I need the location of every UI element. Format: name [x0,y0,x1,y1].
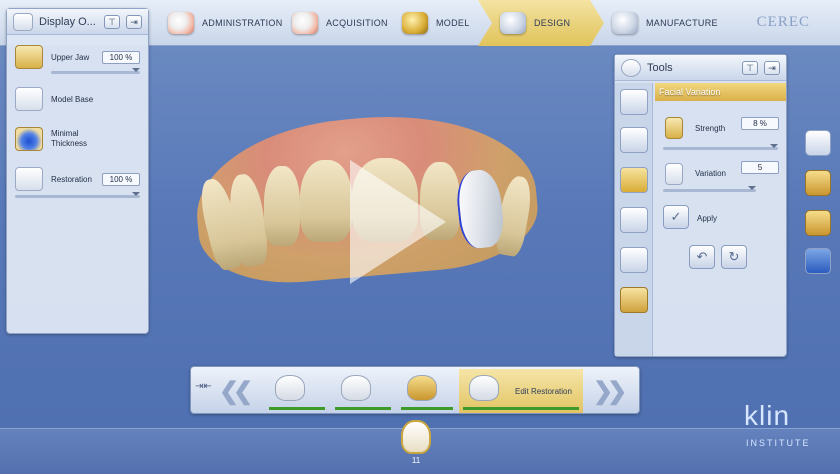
tooth-icon [275,375,305,401]
step-manufacture-label: MANUFACTURE [646,18,718,28]
step-design[interactable]: DESIGN [478,0,604,46]
display-options-panel: Display O... ⊤ ⇥ Upper Jaw 100 % Model B… [6,8,149,334]
collapse-icon[interactable]: ⇥⇤ [195,381,212,392]
pin-icon[interactable]: ⊤ [104,14,120,29]
strength-icon [665,117,683,139]
form-tool-icon[interactable] [620,167,648,193]
tooth-number: 11 [411,456,421,465]
restoration-opacity-field[interactable]: 100 % [102,172,140,186]
upper-jaw-opacity-field[interactable]: 100 % [102,50,140,64]
display-options-icon [13,12,33,31]
facial-variation-tool-icon[interactable] [620,287,648,313]
tool-select-icon[interactable] [805,210,831,236]
tooth-selector[interactable] [401,420,431,454]
strength-label: Strength [695,124,726,133]
tooth [264,166,300,246]
view-cube-icon[interactable] [805,130,831,156]
tooth-margin-icon [341,375,371,401]
step-model[interactable]: MODEL [380,0,492,46]
insertion-axis-icon [407,375,437,401]
klin-logo-subtitle: INSTITUTE [746,438,811,448]
variation-icon [665,163,683,185]
facial-variation-header: Facial Variation [655,83,786,101]
model-base-label: Model Base [51,94,94,104]
minimal-thickness-label: Minimal Thickness [51,129,88,148]
wizard-step-edit-restoration[interactable]: Edit Restoration [459,369,583,413]
design-crown-icon [500,12,526,34]
wizard-step-margin[interactable] [331,369,395,413]
tools-header: Tools ⊤ ⇥ [615,55,786,81]
settings-ring-icon[interactable] [805,170,831,196]
position-tool-icon[interactable] [620,89,648,115]
tools-title: Tools [647,61,673,74]
tools-panel: Tools ⊤ ⇥ Facial Variation Strength 8 % … [614,54,787,357]
wizard-step-preparation[interactable] [265,369,329,413]
upper-jaw-opacity-slider[interactable] [51,68,140,74]
dock-icon[interactable]: ⇥ [126,14,142,29]
undo-icon[interactable]: ↶ [689,245,715,269]
upper-jaw-icon [15,45,43,69]
step-design-label: DESIGN [534,18,571,28]
step-administration-label: ADMINISTRATION [202,18,283,28]
apply-check-icon[interactable]: ✓ [663,205,689,229]
model-icon [402,12,428,34]
upper-jaw-label: Upper Jaw [51,52,90,62]
step-acquisition-label: ACQUISITION [326,18,388,28]
wizard-bar: ⇥⇤ ❮❮ Edit Restoration ❯❯ [190,366,640,414]
tools-gear-icon [621,58,641,77]
restoration-label: Restoration [51,174,92,184]
progress-bar [269,407,325,410]
minimal-thickness-icon [15,127,43,151]
redo-icon[interactable]: ↻ [721,245,747,269]
play-icon[interactable] [350,160,446,284]
brand-logo: CEREC [756,14,810,30]
tooth-tool-icon[interactable] [620,247,648,273]
restoration-row[interactable]: Restoration 100 % [15,167,140,191]
tooth [300,160,352,242]
progress-bar [463,407,579,410]
pin-icon[interactable]: ⊤ [742,60,758,75]
dock-icon[interactable]: ⇥ [764,60,780,75]
restoration-opacity-slider[interactable] [15,192,140,198]
variation-slider[interactable] [663,186,756,192]
step-model-label: MODEL [436,18,470,28]
wizard-step-insertion[interactable] [397,369,457,413]
variation-field[interactable]: 5 [741,161,779,174]
progress-bar [401,407,453,410]
previous-icon[interactable]: ❮❮ [219,377,253,406]
upper-jaw-row[interactable]: Upper Jaw 100 % [15,45,140,69]
strength-field[interactable]: 8 % [741,117,779,130]
scan-jaw-icon [292,12,318,34]
tools-sidebar [615,83,653,356]
variation-label: Variation [695,169,726,178]
manufacture-icon [612,12,638,34]
progress-bar [335,407,391,410]
display-options-header: Display O... ⊤ ⇥ [7,9,148,35]
next-icon[interactable]: ❯❯ [593,377,627,406]
apply-label[interactable]: Apply [697,214,717,223]
minimal-thickness-row[interactable]: Minimal Thickness [15,127,140,151]
screenshot-icon[interactable] [805,248,831,274]
model-base-icon [15,87,43,111]
edit-restoration-label: Edit Restoration [515,387,572,396]
contacts-tool-icon[interactable] [620,207,648,233]
klin-logo: klin [744,400,791,431]
model-base-row[interactable]: Model Base [15,87,140,111]
strength-slider[interactable] [663,144,778,150]
tooth-edit-icon [469,375,499,401]
restoration-tooth-icon [15,167,43,191]
shape-tool-icon[interactable] [620,127,648,153]
step-acquisition[interactable]: ACQUISITION [270,0,394,46]
step-administration[interactable]: ADMINISTRATION [146,0,284,46]
teeth-jaw-icon [168,12,194,34]
display-options-title: Display O... [39,15,96,28]
step-manufacture[interactable]: MANUFACTURE [590,0,730,46]
